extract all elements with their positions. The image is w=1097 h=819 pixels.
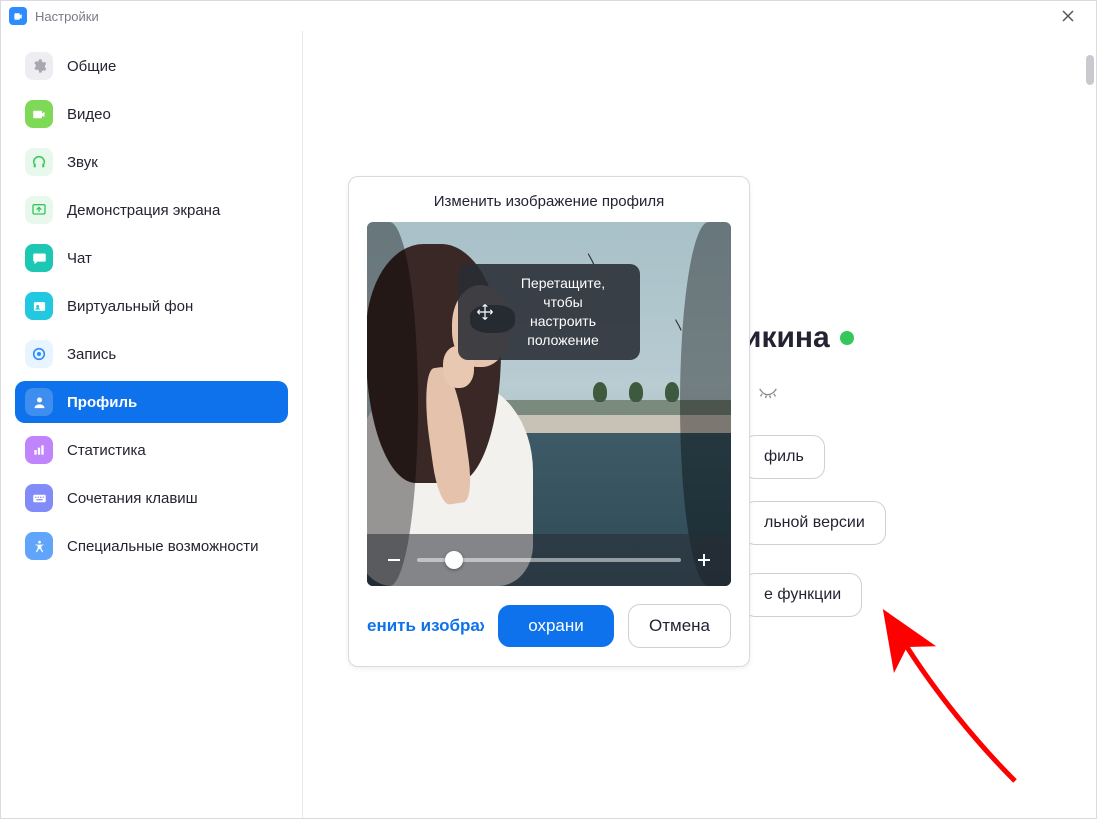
settings-sidebar: Общие Видео Звук Демонстрация экрана — [1, 31, 303, 818]
sidebar-item-chat[interactable]: Чат — [15, 237, 288, 279]
sidebar-item-recording[interactable]: Запись — [15, 333, 288, 375]
chat-icon — [25, 244, 53, 272]
stats-icon — [25, 436, 53, 464]
sidebar-item-label: Видео — [67, 106, 111, 123]
gear-icon — [25, 52, 53, 80]
change-image-link[interactable]: енить изображ — [367, 616, 484, 636]
sidebar-item-label: Профиль — [67, 394, 137, 411]
headphones-icon — [25, 148, 53, 176]
sidebar-item-label: Сочетания клавиш — [67, 490, 198, 507]
sidebar-item-label: Демонстрация экрана — [67, 202, 220, 219]
sidebar-item-label: Специальные возможности — [67, 538, 259, 555]
titlebar: Настройки — [1, 1, 1096, 31]
sidebar-item-label: Запись — [67, 346, 116, 363]
zoom-out-icon[interactable] — [385, 551, 403, 569]
drag-hint-tooltip: Перетащите, чтобынастроить положение — [458, 264, 640, 360]
virtual-bg-icon — [25, 292, 53, 320]
person-icon — [25, 388, 53, 416]
window-title: Настройки — [35, 9, 99, 24]
image-crop-area[interactable]: 〵 〵 — [367, 222, 731, 586]
zoom-slider[interactable] — [367, 534, 731, 586]
settings-window: Настройки Общие Видео — [0, 0, 1097, 819]
content-scrollbar[interactable] — [1086, 55, 1094, 85]
change-picture-modal: Изменить изображение профиля 〵 〵 — [348, 176, 750, 667]
sidebar-item-general[interactable]: Общие — [15, 45, 288, 87]
settings-content: икина филь льной версии е функции Измени… — [303, 31, 1096, 818]
sidebar-item-virtual-background[interactable]: Виртуальный фон — [15, 285, 288, 327]
edit-profile-button[interactable]: филь — [743, 435, 825, 479]
sidebar-item-label: Звук — [67, 154, 98, 171]
keyboard-icon — [25, 484, 53, 512]
zoom-thumb[interactable] — [445, 551, 463, 569]
online-status-icon — [840, 331, 854, 345]
sidebar-item-audio[interactable]: Звук — [15, 141, 288, 183]
modal-title: Изменить изображение профиля — [349, 177, 749, 222]
sidebar-item-share-screen[interactable]: Демонстрация экрана — [15, 189, 288, 231]
sidebar-item-video[interactable]: Видео — [15, 93, 288, 135]
share-screen-icon — [25, 196, 53, 224]
cancel-button[interactable]: Отмена — [628, 604, 731, 648]
sidebar-item-label: Чат — [67, 250, 92, 267]
save-button[interactable]: охрани — [498, 605, 614, 647]
record-icon — [25, 340, 53, 368]
sidebar-item-shortcuts[interactable]: Сочетания клавиш — [15, 477, 288, 519]
accessibility-icon — [25, 532, 53, 560]
zoom-track[interactable] — [417, 558, 681, 562]
window-close-button[interactable] — [1048, 1, 1088, 31]
sidebar-item-profile[interactable]: Профиль — [15, 381, 288, 423]
features-button[interactable]: е функции — [743, 573, 862, 617]
sidebar-item-label: Общие — [67, 58, 116, 75]
hide-icon[interactable] — [758, 386, 778, 405]
sidebar-item-label: Виртуальный фон — [67, 298, 193, 315]
full-version-button[interactable]: льной версии — [743, 501, 886, 545]
profile-name: икина — [743, 321, 854, 355]
zoom-in-icon[interactable] — [695, 551, 713, 569]
sidebar-item-accessibility[interactable]: Специальные возможности — [15, 525, 288, 567]
sidebar-item-statistics[interactable]: Статистика — [15, 429, 288, 471]
sidebar-item-label: Статистика — [67, 442, 146, 459]
move-icon — [476, 303, 494, 321]
video-icon — [25, 100, 53, 128]
zoom-app-icon — [9, 7, 27, 25]
